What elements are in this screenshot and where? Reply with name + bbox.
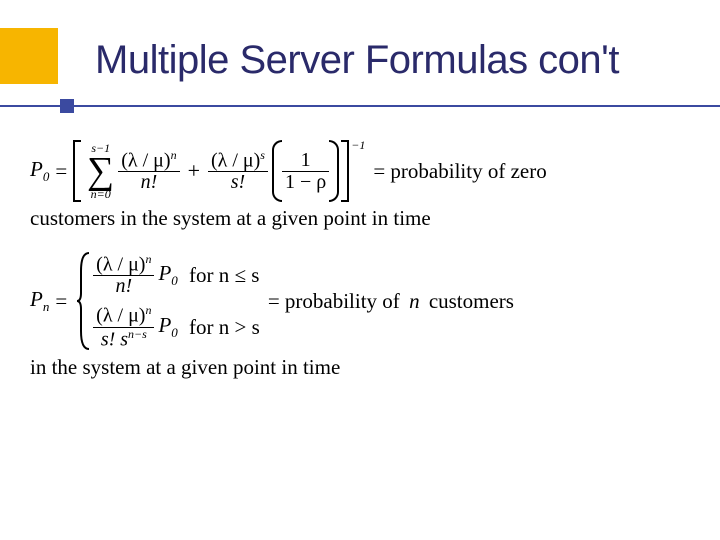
- slide-header: Multiple Server Formulas con't: [0, 0, 720, 110]
- sigma-lower: n=0: [91, 188, 111, 200]
- case1-condition: for n ≤ s: [184, 263, 260, 288]
- equation-p0: P0 = s−1 ∑ n=0 (λ / μ)n n! + (λ / μ)s s!…: [30, 140, 690, 202]
- slide-body: P0 = s−1 ∑ n=0 (λ / μ)n n! + (λ / μ)s s!…: [30, 140, 690, 380]
- equals-sign: =: [55, 159, 67, 184]
- accent-square: [0, 28, 58, 84]
- left-bracket: [73, 140, 81, 202]
- outer-exponent: −1: [351, 138, 365, 153]
- case-1: (λ / μ)n n! P0 for n ≤ s: [93, 252, 260, 298]
- pn-lhs: Pn: [30, 287, 49, 315]
- equals-sign: =: [55, 289, 67, 314]
- p0-description-part1: = probability of zero: [373, 159, 546, 184]
- cases-block: (λ / μ)n n! P0 for n ≤ s (λ / μ)n s! sn−…: [93, 252, 260, 350]
- term1-fraction: (λ / μ)n n!: [118, 149, 179, 194]
- pn-description-part1: = probability of n customers: [268, 289, 514, 314]
- right-bracket: [341, 140, 349, 202]
- pn-description-part2: in the system at a given point in time: [30, 355, 690, 380]
- left-paren: [272, 140, 282, 202]
- term3-fraction: 1 1 − ρ: [282, 150, 329, 193]
- case1-p0: P0: [158, 261, 177, 289]
- summation: s−1 ∑ n=0: [87, 142, 114, 200]
- case2-p0: P0: [158, 313, 177, 341]
- case2-fraction: (λ / μ)n s! sn−s: [93, 304, 154, 350]
- term2-fraction: (λ / μ)s s!: [208, 149, 268, 194]
- p0-lhs: P0: [30, 157, 49, 185]
- left-brace: [77, 251, 91, 351]
- equation-pn: Pn = (λ / μ)n n! P0 for n ≤ s (λ / μ)n s…: [30, 251, 690, 351]
- slide-title: Multiple Server Formulas con't: [95, 38, 619, 83]
- case1-fraction: (λ / μ)n n!: [93, 253, 154, 298]
- case2-condition: for n > s: [184, 315, 260, 340]
- accent-rule: [0, 105, 720, 107]
- p0-description-part2: customers in the system at a given point…: [30, 206, 690, 231]
- plus-sign: +: [188, 158, 200, 184]
- right-paren: [329, 140, 339, 202]
- sigma-symbol: ∑: [87, 154, 114, 188]
- case-2: (λ / μ)n s! sn−s P0 for n > s: [93, 304, 260, 350]
